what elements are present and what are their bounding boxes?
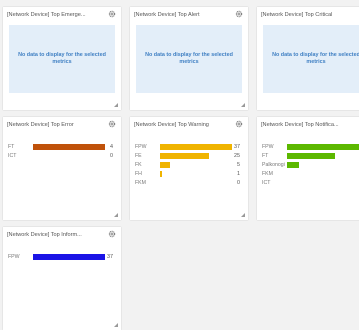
gear-icon[interactable] (108, 120, 116, 128)
category-label: FE (135, 153, 142, 159)
no-data-message: No data to display for the selected metr… (272, 52, 359, 65)
no-data-box: No data to display for the selected metr… (9, 25, 115, 93)
gear-icon[interactable] (108, 10, 116, 18)
value-label: 1 (237, 171, 240, 177)
category-label: FT (262, 153, 269, 159)
no-data-message: No data to display for the selected metr… (18, 52, 106, 65)
chart-row: ICT0 (261, 179, 359, 188)
chart-row: FPW6 (261, 143, 359, 152)
category-label: ICT (8, 153, 17, 159)
chart-row: Palkonogi1 (261, 161, 359, 170)
dashboard-panel: [Network Device] Top Warning FPW 37 FE 25 FK 5… (130, 117, 248, 220)
dashboard-panel: [Network Device] Top Notifica... FPW6FT4P… (257, 117, 359, 220)
category-label: FH (135, 171, 142, 177)
dashboard-panel: [Network Device] Top Critical No data to … (257, 7, 359, 110)
category-label: FK (135, 162, 142, 168)
resize-handle-icon[interactable] (241, 213, 245, 217)
bar[interactable] (33, 144, 105, 150)
chart-row: ICT 0 (7, 152, 119, 161)
value-label: 25 (234, 153, 240, 159)
bar[interactable] (33, 254, 105, 260)
panel-title: [Network Device] Top Warning (134, 122, 209, 128)
chart-row: FT 4 (7, 143, 119, 152)
bar[interactable] (160, 171, 162, 177)
value-label: 37 (107, 254, 113, 260)
category-label: ICT (262, 180, 271, 186)
value-label: 37 (234, 144, 240, 150)
chart-row: FPW 37 (134, 143, 246, 152)
bar-chart: FT 4 ICT 0 (7, 143, 119, 161)
dashboard-panel: [Network Device] Top Error FT 4 ICT 0 (3, 117, 121, 220)
category-label: FPW (8, 254, 20, 260)
bar[interactable] (287, 144, 359, 150)
value-label: 5 (237, 162, 240, 168)
bar[interactable] (160, 144, 232, 150)
no-data-message: No data to display for the selected metr… (145, 52, 233, 65)
resize-handle-icon[interactable] (114, 213, 118, 217)
bar[interactable] (160, 162, 170, 168)
panel-title: [Network Device] Top Alert (134, 12, 200, 18)
chart-row: FKM 0 (134, 179, 246, 188)
panel-title: [Network Device] Top Emerge... (7, 12, 86, 18)
gear-icon[interactable] (235, 10, 243, 18)
category-label: FKM (135, 180, 146, 186)
value-label: 0 (110, 153, 113, 159)
category-label: FPW (262, 144, 274, 150)
resize-handle-icon[interactable] (241, 103, 245, 107)
dashboard-panel: [Network Device] Top Alert No data to dis… (130, 7, 248, 110)
bar-chart: FPW 37 (7, 253, 119, 262)
bar[interactable] (287, 153, 335, 159)
category-label: FKM (262, 171, 273, 177)
chart-row: FKM0 (261, 170, 359, 179)
chart-row: FPW 37 (7, 253, 119, 262)
category-label: Palkonogi (262, 162, 285, 168)
bar-chart: FPW6FT4Palkonogi1FKM0ICT0 (261, 143, 359, 188)
resize-handle-icon[interactable] (114, 103, 118, 107)
panel-title: [Network Device] Top Inform... (7, 232, 82, 238)
category-label: FPW (135, 144, 147, 150)
chart-row: FE 25 (134, 152, 246, 161)
no-data-box: No data to display for the selected metr… (136, 25, 242, 93)
bar[interactable] (287, 162, 299, 168)
value-label: 4 (110, 144, 113, 150)
panel-title: [Network Device] Top Critical (261, 12, 333, 18)
gear-icon[interactable] (235, 120, 243, 128)
no-data-box: No data to display for the selected metr… (263, 25, 359, 93)
resize-handle-icon[interactable] (114, 323, 118, 327)
panel-title: [Network Device] Top Error (7, 122, 74, 128)
dashboard-panel: [Network Device] Top Inform... FPW 37 (3, 227, 121, 330)
chart-row: FT4 (261, 152, 359, 161)
dashboard-panel: [Network Device] Top Emerge... No data to… (3, 7, 121, 110)
category-label: FT (8, 144, 15, 150)
panel-title: [Network Device] Top Notifica... (261, 122, 339, 128)
gear-icon[interactable] (108, 230, 116, 238)
chart-row: FH 1 (134, 170, 246, 179)
bar-chart: FPW 37 FE 25 FK 5 FH 1 FKM 0 (134, 143, 246, 188)
chart-row: FK 5 (134, 161, 246, 170)
bar[interactable] (160, 153, 209, 159)
value-label: 0 (237, 180, 240, 186)
